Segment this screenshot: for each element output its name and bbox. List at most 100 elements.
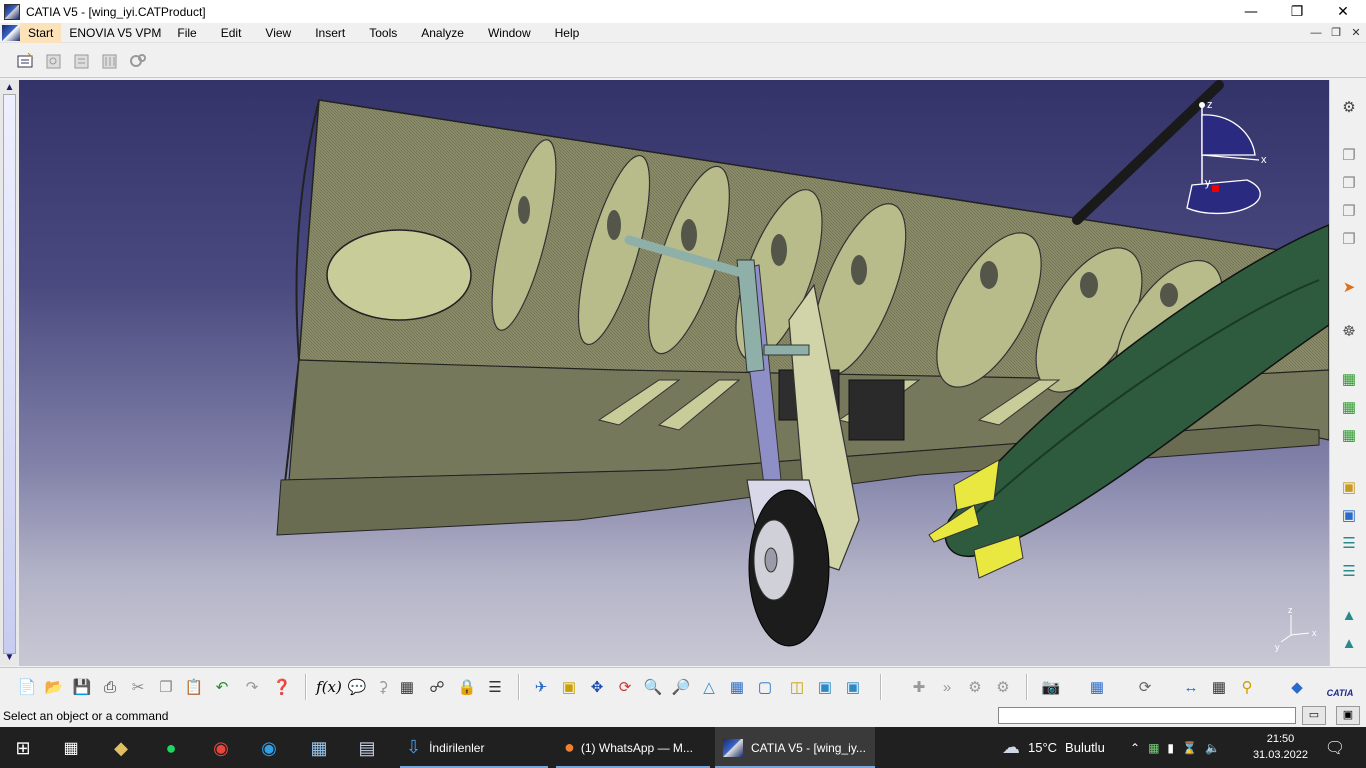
menu-window[interactable]: Window (480, 23, 539, 43)
copy-icon[interactable]: ❐ (155, 676, 177, 698)
constraint-icon[interactable]: ⚙ (964, 676, 986, 698)
whats-this-icon[interactable]: ❓ (271, 676, 293, 698)
taskbar-firefox[interactable]: ● (1) WhatsApp — M... (556, 727, 710, 768)
scroll-track[interactable] (3, 94, 16, 654)
document-icon[interactable] (2, 24, 20, 41)
battery-meter-icon[interactable]: ▦ (1148, 741, 1159, 755)
doc-restore-button[interactable]: ❐ (1326, 23, 1346, 43)
copy-icon[interactable]: ❐ (1338, 144, 1360, 166)
scroll-down-icon[interactable]: ▼ (3, 652, 16, 664)
menu-insert[interactable]: Insert (307, 23, 353, 43)
table-icon[interactable]: ▦ (396, 676, 418, 698)
gears-icon[interactable] (126, 49, 150, 73)
taskbar-downloads[interactable]: ⇩ İndirilenler (400, 727, 548, 768)
tree-expand-icon[interactable]: ☰ (484, 676, 506, 698)
command-input[interactable] (998, 707, 1296, 724)
print-icon[interactable]: ⎙ (99, 676, 121, 698)
redo-icon[interactable]: ↷ (241, 676, 263, 698)
vertical-scrollbar[interactable]: ▲ ▼ (0, 80, 19, 666)
doc-minimize-button[interactable]: — (1306, 23, 1326, 43)
camera-icon[interactable]: 📷 (1040, 676, 1062, 698)
product-structure-icon[interactable] (14, 49, 38, 73)
undo-icon[interactable]: ↶ (211, 676, 233, 698)
copy-icon[interactable]: ❐ (1338, 200, 1360, 222)
edge-icon[interactable]: ◉ (256, 735, 282, 761)
menu-tools[interactable]: Tools (361, 23, 405, 43)
status-snapshot-icon[interactable]: ▣ (1336, 706, 1360, 725)
snap-icon[interactable]: ✚ (908, 676, 930, 698)
assembly-icon[interactable]: ▣ (1338, 504, 1360, 526)
tree-icon[interactable]: ☰ (1338, 532, 1360, 554)
copy-icon[interactable]: ❐ (1338, 228, 1360, 250)
wifi-icon[interactable]: ⌛ (1182, 741, 1197, 755)
minimize-button[interactable]: — (1228, 0, 1274, 23)
paste-icon[interactable]: 📋 (183, 676, 205, 698)
3d-viewport[interactable]: z x y z x y (19, 80, 1329, 666)
wing-assembly-render[interactable]: z x y z x y (19, 80, 1329, 666)
shading-icon[interactable]: ◫ (786, 676, 808, 698)
open-icon[interactable]: 📂 (43, 676, 65, 698)
doc-close-button[interactable]: ✕ (1346, 23, 1366, 43)
menu-start[interactable]: Start (20, 22, 62, 43)
catia-app-icon[interactable] (4, 3, 20, 20)
volume-icon[interactable]: 🔈 (1205, 741, 1220, 755)
spotify-icon[interactable]: ● (158, 735, 184, 761)
notifications-icon[interactable]: 🗨 (1322, 735, 1348, 761)
catalog-icon[interactable] (42, 49, 66, 73)
normal-view-icon[interactable]: △ (698, 676, 720, 698)
status-button-icon[interactable]: ▭ (1302, 706, 1326, 725)
maximize-button[interactable]: ❐ (1274, 0, 1320, 23)
rotate-icon[interactable]: ⟳ (614, 676, 636, 698)
existing-component-icon[interactable]: ▣ (1338, 476, 1360, 498)
app-icon[interactable]: ▤ (354, 735, 380, 761)
menu-analyze[interactable]: Analyze (413, 23, 472, 43)
snap-icon[interactable]: ▲ (1338, 604, 1360, 626)
iso-view-icon[interactable]: ▢ (754, 676, 776, 698)
group-icon[interactable] (98, 49, 122, 73)
zoom-in-icon[interactable]: 🔍 (642, 676, 664, 698)
fit-all-icon[interactable]: ▣ (558, 676, 580, 698)
taskbar-clock[interactable]: 21:50 31.03.2022 (1253, 731, 1308, 763)
snap-icon[interactable]: ▲ (1338, 632, 1360, 654)
gear-icon[interactable]: ⚙ (1338, 96, 1360, 118)
hide-show-icon[interactable]: ▣ (814, 676, 836, 698)
menu-enovia[interactable]: ENOVIA V5 VPM (61, 23, 169, 43)
knowledge-icon[interactable]: ⚳ (372, 676, 394, 698)
battery-icon[interactable]: ▮ (1167, 741, 1174, 755)
constraint-icon[interactable] (70, 49, 94, 73)
comment-icon[interactable]: 💬 (346, 676, 368, 698)
close-button[interactable]: ✕ (1320, 0, 1366, 23)
lock-icon[interactable]: 🔒 (456, 676, 478, 698)
catalog-browser-icon[interactable]: ◆ (1286, 676, 1308, 698)
formula-icon[interactable]: f(x) (316, 676, 342, 698)
chrome-icon[interactable]: ◉ (208, 735, 234, 761)
zoom-out-icon[interactable]: 🔎 (670, 676, 692, 698)
analysis-icon[interactable]: ▦ (1208, 676, 1230, 698)
catalog-icon[interactable]: ▦ (1086, 676, 1108, 698)
pan-icon[interactable]: ✥ (586, 676, 608, 698)
multi-view-icon[interactable]: ▦ (726, 676, 748, 698)
select-cursor-icon[interactable]: ➤ (1338, 276, 1360, 298)
weather-widget[interactable]: ☁ 15°C Bulutlu (1002, 727, 1105, 768)
insert-product-icon[interactable]: ▦ (1338, 396, 1360, 418)
tree-layout-icon[interactable]: ☍ (426, 676, 448, 698)
cut-icon[interactable]: ✂ (127, 676, 149, 698)
measure-icon[interactable]: ⚙ (992, 676, 1014, 698)
new-icon[interactable]: 📄 (16, 676, 38, 698)
menu-view[interactable]: View (257, 23, 299, 43)
measure-between-icon[interactable]: ↔ (1180, 676, 1202, 698)
compass-widget[interactable]: z x y (1186, 99, 1267, 215)
copy-icon[interactable]: ❐ (1338, 172, 1360, 194)
tree-icon[interactable]: ☰ (1338, 560, 1360, 582)
move-icon[interactable]: ☸ (1338, 320, 1360, 342)
insert-component-icon[interactable]: ▦ (1338, 368, 1360, 390)
menu-help[interactable]: Help (547, 23, 588, 43)
catia-pinned-icon[interactable]: ◆ (108, 735, 134, 761)
manipulate-icon[interactable]: » (936, 676, 958, 698)
windows-start-icon[interactable]: ⊞ (10, 735, 36, 761)
menu-edit[interactable]: Edit (213, 23, 250, 43)
save-icon[interactable]: 💾 (71, 676, 93, 698)
swap-visible-icon[interactable]: ▣ (842, 676, 864, 698)
taskbar-catia[interactable]: CATIA V5 - [wing_iy... (715, 727, 875, 768)
update-icon[interactable]: ⟳ (1134, 676, 1156, 698)
